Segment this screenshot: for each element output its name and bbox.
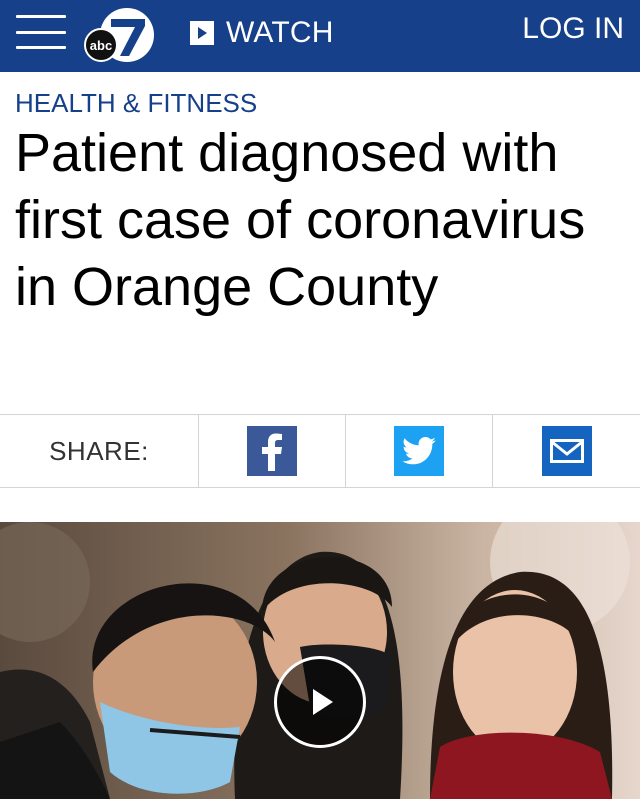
share-label-cell: SHARE: (0, 415, 199, 487)
abc-logo-text: abc (90, 38, 112, 53)
watch-label: WATCH (226, 16, 334, 49)
mail-icon (541, 426, 592, 476)
twitter-icon (394, 426, 444, 476)
top-nav-bar: abc WATCH LOG IN (0, 0, 640, 72)
play-icon (313, 689, 333, 715)
share-email-button[interactable] (493, 415, 640, 487)
watch-button[interactable]: WATCH (190, 14, 334, 52)
play-button[interactable] (274, 656, 366, 748)
hamburger-menu-icon[interactable] (16, 15, 66, 49)
share-twitter-button[interactable] (346, 415, 493, 487)
section-category-link[interactable]: HEALTH & FITNESS (15, 88, 257, 119)
abc7-logo[interactable]: abc (83, 6, 157, 64)
article-headline: Patient diagnosed with first case of cor… (15, 123, 586, 317)
play-triangle-icon (190, 21, 214, 45)
share-bar: SHARE: (0, 414, 640, 488)
facebook-icon (247, 426, 297, 476)
log-in-link[interactable]: LOG IN (522, 12, 624, 46)
share-facebook-button[interactable] (199, 415, 346, 487)
share-label: SHARE: (49, 435, 149, 466)
